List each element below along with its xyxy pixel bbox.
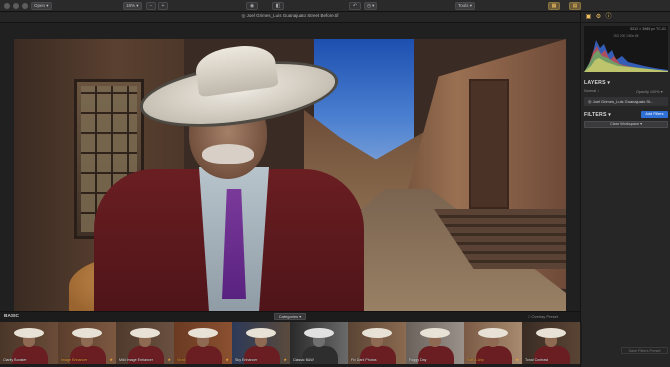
image-canvas[interactable]	[0, 23, 580, 319]
preset-thumbnail-subject	[188, 328, 218, 338]
favorite-star-icon[interactable]: ★	[515, 357, 519, 362]
preset-thumbnail-subject	[14, 328, 44, 338]
opacity-select[interactable]: Opacity 100% ▾	[636, 89, 663, 94]
side-panel: ▣ ⚙ ⓘ 5312 × 3985 px TC-01 ISO 200 1/60s…	[580, 12, 670, 367]
favorite-star-icon[interactable]: ★	[167, 357, 171, 362]
filters-header[interactable]: FILTERS ▾	[584, 112, 611, 118]
undo-icon[interactable]: ↶	[349, 2, 361, 10]
preset-thumbnail-subject	[536, 328, 566, 338]
preset-thumbnail[interactable]: Image Enhancer ★	[58, 322, 118, 364]
preset-thumbnail-subject	[72, 328, 102, 338]
preset-thumbnail[interactable]: Soft & Airy ★	[464, 322, 524, 364]
clear-workspace-button[interactable]: Clear Workspace ▾	[584, 121, 668, 128]
histogram: 5312 × 3985 px TC-01 ISO 200 1/60s f/8	[584, 26, 668, 72]
histogram-dimensions: 5312 × 3985 px TC-01	[630, 27, 666, 31]
presets-panel: BASIC Categories ▾ □ Overlay Preset Clar…	[0, 311, 582, 367]
settings-icon[interactable]: ⚙	[595, 14, 602, 21]
history-button[interactable]: ◷ ▾	[364, 2, 378, 10]
photo-mustache	[202, 144, 254, 164]
preset-thumbnail[interactable]: Mild Image Enhancer ★	[116, 322, 176, 364]
preset-thumbnail[interactable]: Tonal Contrast	[522, 322, 582, 364]
compare-icon[interactable]: ◧	[272, 2, 284, 10]
histogram-graph	[584, 40, 668, 72]
photo-preview[interactable]	[14, 39, 566, 319]
preset-label: Foggy Day	[409, 358, 427, 362]
presets-category-label: BASIC	[4, 314, 19, 319]
zoom-out-button[interactable]: −	[146, 2, 156, 10]
document-title: ◎ Joel Grimes_Luis Guanajuato Street Bef…	[241, 13, 339, 18]
eye-icon[interactable]: ◉	[246, 2, 258, 10]
preset-thumbnail[interactable]: Sky Enhancer ★	[232, 322, 292, 364]
zoom-in-button[interactable]: +	[158, 2, 168, 10]
preset-thumbnail-subject	[362, 328, 392, 338]
preset-thumbnail-subject	[420, 328, 450, 338]
favorite-star-icon[interactable]: ★	[283, 357, 287, 362]
preset-label: Tonal Contrast	[525, 358, 549, 362]
preset-thumbnail[interactable]: Foggy Day	[406, 322, 466, 364]
tools-button[interactable]: Tools ▾	[455, 2, 476, 10]
close-window-button[interactable]	[4, 3, 10, 9]
preset-thumbnail-subject	[246, 328, 276, 338]
overlay-preset-toggle[interactable]: □ Overlay Preset	[528, 314, 558, 319]
preset-thumbnail-subject	[478, 328, 508, 338]
preset-thumbnail[interactable]: Classic B&W	[290, 322, 350, 364]
preset-label: Image Enhancer	[61, 358, 88, 362]
layout-icon[interactable]: ▦	[548, 2, 560, 10]
histogram-icon[interactable]: ▣	[585, 14, 592, 21]
zoom-window-button[interactable]	[22, 3, 28, 9]
info-icon[interactable]: ⓘ	[605, 14, 612, 21]
save-filters-preset-button[interactable]: Save Filters Preset	[621, 347, 668, 354]
preset-label: Fix Dark Photos	[351, 358, 377, 362]
preset-label: Mild Image Enhancer	[119, 358, 153, 362]
panel-tabs: ▣ ⚙ ⓘ	[581, 12, 670, 23]
preset-thumbnail-subject	[186, 346, 222, 364]
preset-thumbnail[interactable]: Vivid ★	[174, 322, 234, 364]
layers-header[interactable]: LAYERS ▾	[584, 80, 610, 86]
favorite-star-icon[interactable]: ★	[109, 357, 113, 362]
blend-mode-select[interactable]: Normal ↕	[584, 89, 599, 93]
histogram-exif: ISO 200 1/60s f/8	[613, 34, 639, 38]
presets-header: BASIC Categories ▾ □ Overlay Preset	[0, 312, 580, 321]
preset-label: Soft & Airy	[467, 358, 484, 362]
minimize-window-button[interactable]	[13, 3, 19, 9]
favorite-star-icon[interactable]: ★	[225, 357, 229, 362]
preset-label: Vivid	[177, 358, 185, 362]
zoom-select[interactable]: 18% ▾	[123, 2, 142, 10]
preset-thumbnail-subject	[304, 328, 334, 338]
photo-door	[469, 79, 509, 209]
categories-button[interactable]: Categories ▾	[274, 313, 306, 320]
preset-thumbnail[interactable]: Clarity Booster	[0, 322, 60, 364]
document-titlebar: ◎ Joel Grimes_Luis Guanajuato Street Bef…	[0, 12, 580, 23]
preset-label: Clarity Booster	[3, 358, 27, 362]
app-toolbar: Open ▾ 18% ▾ − + ◉ ◧ ↶ ◷ ▾ Tools ▾ ▦ ▤	[0, 0, 670, 12]
preset-thumbnail-subject	[130, 328, 160, 338]
panel-icon[interactable]: ▤	[569, 2, 581, 10]
layer-row[interactable]: ◎ Joel Grimes_Luis Guanajuato St...	[584, 97, 668, 106]
preset-thumbnail[interactable]: Fix Dark Photos	[348, 322, 408, 364]
preset-thumbnails: Clarity Booster Image Enhancer ★ Mild Image…	[0, 322, 582, 367]
preset-label: Classic B&W	[293, 358, 314, 362]
add-filters-button[interactable]: Add Filters	[641, 111, 668, 118]
open-button[interactable]: Open ▾	[31, 2, 52, 10]
preset-label: Sky Enhancer	[235, 358, 258, 362]
